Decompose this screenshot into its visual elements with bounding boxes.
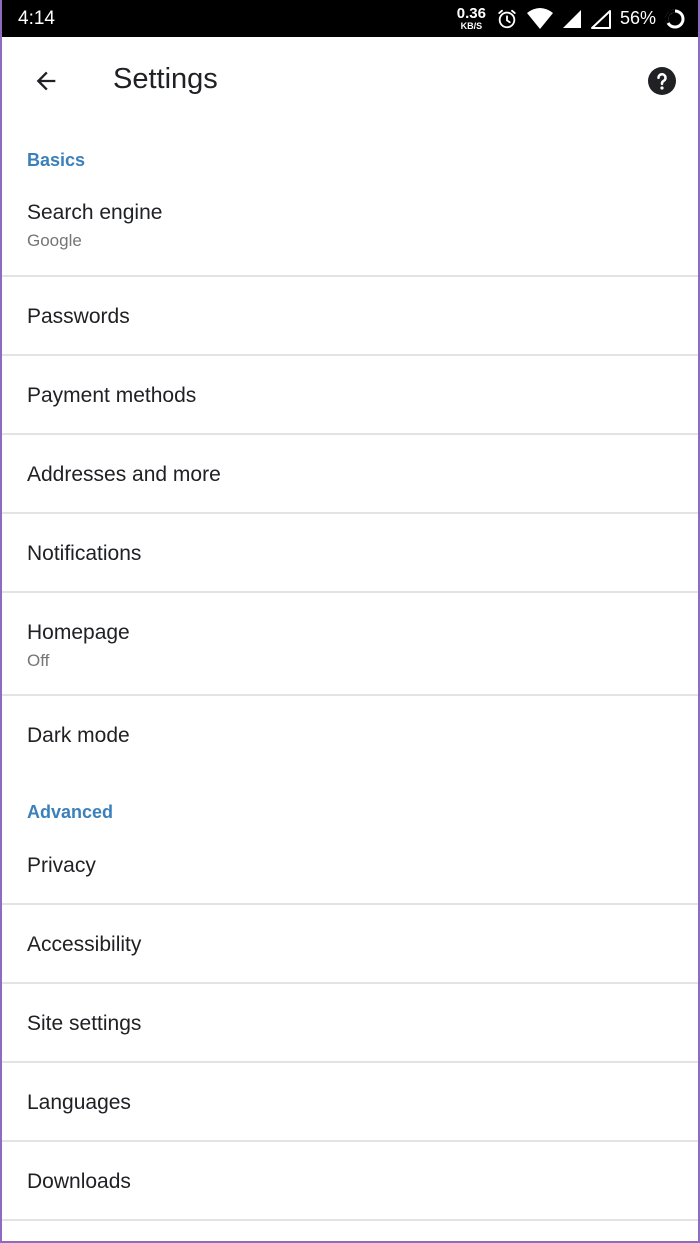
divider (2, 512, 698, 514)
item-label: Payment methods (27, 384, 197, 407)
app-bar: Settings (2, 37, 698, 125)
network-speed: 0.36 KB/S (457, 6, 486, 31)
settings-item-accessibility[interactable]: Accessibility (2, 933, 698, 957)
settings-item-site-settings[interactable]: Site settings (2, 1012, 698, 1036)
divider (2, 694, 698, 696)
settings-screen: 4:14 0.36 KB/S 56% Settings Basics Searc… (0, 0, 700, 1243)
divider (2, 982, 698, 984)
item-label: Downloads (27, 1170, 131, 1193)
item-summary: Off (27, 651, 50, 670)
divider (2, 903, 698, 905)
battery-percent: 56% (619, 8, 656, 28)
back-button[interactable] (24, 59, 68, 103)
page-title: Settings (113, 63, 218, 95)
item-summary: Google (27, 231, 82, 250)
divider (2, 433, 698, 435)
item-label: Homepage (27, 621, 130, 644)
status-time: 4:14 (18, 8, 55, 29)
settings-item-search-engine[interactable]: Search engine Google (2, 201, 698, 251)
settings-item-payment-methods[interactable]: Payment methods (2, 384, 698, 408)
wifi-icon (526, 7, 554, 30)
settings-item-privacy[interactable]: Privacy (2, 854, 698, 878)
divider (2, 591, 698, 593)
signal-icon (562, 9, 582, 29)
divider (2, 354, 698, 356)
status-icons: 0.36 KB/S 56% (457, 0, 686, 37)
item-label: Addresses and more (27, 463, 221, 486)
network-speed-value: 0.36 (456, 5, 486, 22)
item-label: Privacy (27, 854, 96, 877)
section-header-basics: Basics (27, 150, 86, 170)
help-icon (648, 67, 676, 95)
item-label: Accessibility (27, 933, 142, 956)
settings-item-addresses[interactable]: Addresses and more (2, 463, 698, 487)
settings-item-notifications[interactable]: Notifications (2, 542, 698, 566)
status-bar: 4:14 0.36 KB/S 56% (2, 0, 698, 37)
item-label: Passwords (27, 305, 130, 328)
battery-icon (664, 8, 686, 30)
help-button[interactable] (646, 65, 678, 97)
network-speed-unit: KB/S (460, 21, 483, 31)
item-label: Search engine (27, 201, 163, 224)
item-label: Notifications (27, 542, 142, 565)
arrow-back-icon (36, 71, 56, 91)
settings-item-homepage[interactable]: Homepage Off (2, 621, 698, 671)
signal-empty-icon (590, 9, 612, 29)
divider (2, 275, 698, 277)
settings-item-passwords[interactable]: Passwords (2, 305, 698, 329)
divider (2, 1140, 698, 1142)
settings-item-languages[interactable]: Languages (2, 1091, 698, 1115)
item-label: Dark mode (27, 724, 130, 747)
divider (2, 1061, 698, 1063)
alarm-icon (496, 8, 518, 30)
divider (2, 1219, 698, 1221)
section-header-advanced: Advanced (27, 802, 114, 822)
item-label: Site settings (27, 1012, 142, 1035)
settings-item-dark-mode[interactable]: Dark mode (2, 724, 698, 748)
settings-item-downloads[interactable]: Downloads (2, 1170, 698, 1194)
item-label: Languages (27, 1091, 131, 1114)
